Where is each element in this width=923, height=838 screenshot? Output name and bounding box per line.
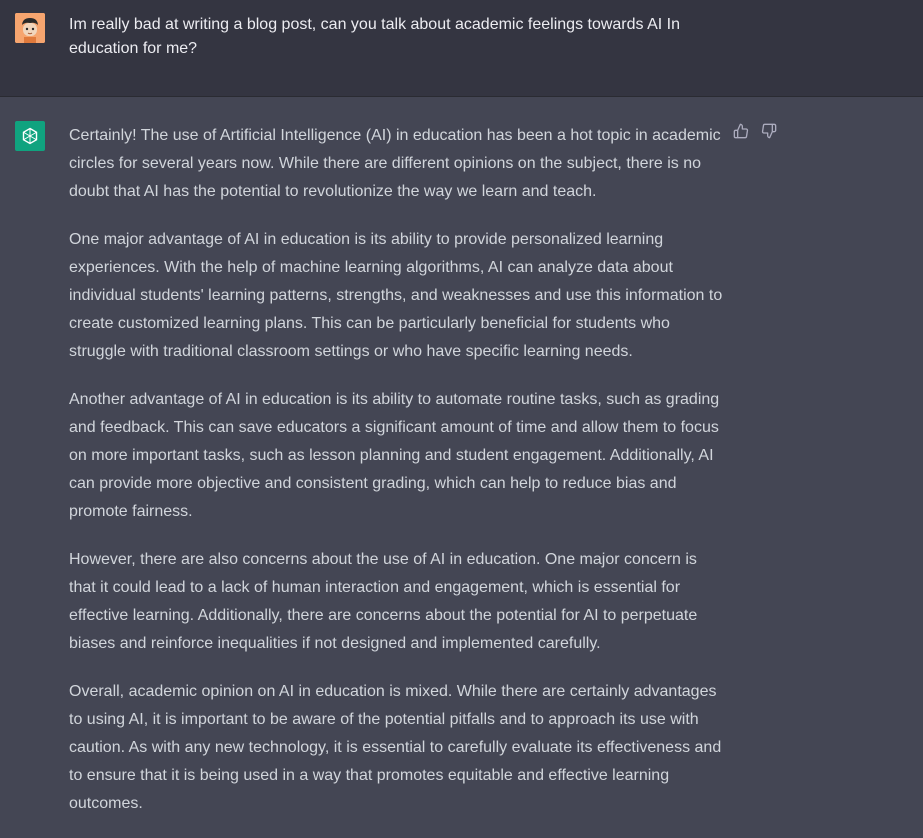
thumbs-up-icon[interactable] bbox=[733, 123, 749, 139]
user-message-row: Im really bad at writing a blog post, ca… bbox=[0, 0, 923, 97]
user-avatar-icon bbox=[15, 13, 45, 43]
answer-paragraph: One major advantage of AI in education i… bbox=[69, 231, 723, 360]
assistant-message-row: Certainly! The use of Artificial Intelli… bbox=[0, 97, 923, 833]
answer-paragraph: However, there are also concerns about t… bbox=[69, 551, 698, 652]
thumbs-down-icon[interactable] bbox=[761, 123, 777, 139]
openai-logo-icon bbox=[15, 121, 45, 151]
feedback-controls bbox=[733, 123, 777, 139]
assistant-message-text: Certainly! The use of Artificial Intelli… bbox=[69, 122, 725, 838]
answer-paragraph: Overall, academic opinion on AI in educa… bbox=[69, 683, 722, 812]
answer-paragraph: Certainly! The use of Artificial Intelli… bbox=[69, 127, 721, 200]
user-message-text: Im really bad at writing a blog post, ca… bbox=[69, 16, 680, 57]
answer-paragraph: Another advantage of AI in education is … bbox=[69, 391, 720, 520]
